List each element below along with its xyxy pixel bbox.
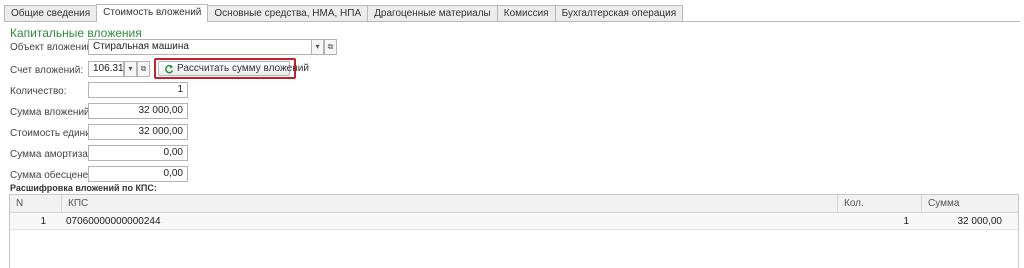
calculate-sum-button[interactable]: Рассчитать сумму вложений (158, 61, 309, 76)
tab-bar: Общие сведения Стоимость вложений Основн… (4, 4, 684, 22)
sum-label: Сумма вложений: (10, 107, 93, 118)
section-title: Капитальные вложения (10, 26, 142, 40)
account-field[interactable]: 106.31 (88, 61, 124, 77)
cell-qty: 1 (903, 216, 909, 227)
object-open-button[interactable]: ⧉ (324, 39, 337, 55)
amortization-field[interactable]: 0,00 (88, 145, 188, 161)
object-dropdown-button[interactable]: ▾ (311, 39, 324, 55)
column-header-sum[interactable]: Сумма (922, 195, 1020, 213)
breakdown-title: Расшифровка вложений по КПС: (10, 183, 157, 193)
object-label: Объект вложений: (10, 42, 96, 53)
calculate-sum-label: Рассчитать сумму вложений (177, 63, 309, 74)
open-link-icon: ⧉ (327, 42, 334, 51)
account-open-button[interactable]: ⧉ (137, 61, 150, 77)
column-header-kps[interactable]: КПС (62, 195, 838, 213)
column-header-n[interactable]: N (10, 195, 62, 213)
quantity-label: Количество: (10, 86, 67, 97)
cell-n: 1 (40, 216, 46, 227)
tab-commission[interactable]: Комиссия (496, 5, 556, 22)
tab-accounting-operation[interactable]: Бухгалтерская операция (554, 5, 684, 22)
tab-fixed-assets[interactable]: Основные средства, НМА, НПА (207, 5, 369, 22)
unit-cost-field[interactable]: 32 000,00 (88, 124, 188, 140)
chevron-down-icon: ▾ (315, 42, 320, 51)
tab-general[interactable]: Общие сведения (4, 5, 98, 22)
tab-precious-materials[interactable]: Драгоценные материалы (367, 5, 498, 22)
quantity-field[interactable]: 1 (88, 82, 188, 98)
impairment-field[interactable]: 0,00 (88, 166, 188, 182)
open-link-icon: ⧉ (140, 64, 147, 73)
object-field[interactable]: Стиральная машина (88, 39, 312, 55)
table-row[interactable]: 1 07060000000000244 1 32 000,00 (10, 214, 1018, 230)
column-header-qty[interactable]: Кол. (838, 195, 922, 213)
kps-table[interactable]: N КПС Кол. Сумма 1 07060000000000244 1 3… (9, 194, 1019, 268)
account-dropdown-button[interactable]: ▾ (124, 61, 137, 77)
cell-sum: 32 000,00 (957, 216, 1003, 227)
table-header: N КПС Кол. Сумма (10, 195, 1018, 213)
cell-kps: 07060000000000244 (66, 216, 161, 227)
refresh-icon (165, 64, 174, 74)
tab-investment-cost[interactable]: Стоимость вложений (96, 4, 209, 22)
account-label: Счет вложений: (10, 65, 84, 76)
sum-field[interactable]: 32 000,00 (88, 103, 188, 119)
chevron-down-icon: ▾ (128, 64, 133, 73)
